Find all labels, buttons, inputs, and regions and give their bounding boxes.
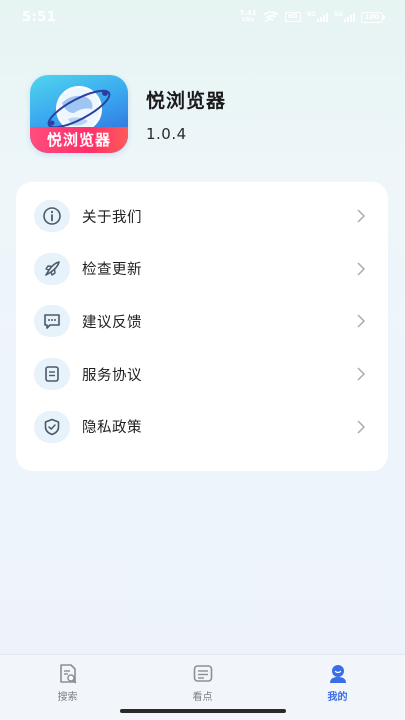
info-icon bbox=[34, 200, 70, 233]
signal-bars-icon bbox=[316, 12, 328, 22]
menu-item-label: 隐私政策 bbox=[82, 420, 142, 437]
status-bar: 5:51 7.41 KB/s HD 5G 5G 100 bbox=[0, 0, 405, 34]
nav-label: 看点 bbox=[192, 692, 213, 703]
status-icons: 7.41 KB/s HD 5G 5G 100 bbox=[239, 10, 385, 24]
menu-item-label: 关于我们 bbox=[82, 209, 142, 226]
menu-item-label: 服务协议 bbox=[82, 367, 142, 384]
document-icon bbox=[34, 358, 70, 391]
wifi-icon bbox=[263, 11, 279, 23]
app-meta: 悦浏览器 1.0.4 bbox=[146, 86, 226, 143]
app-version: 1.0.4 bbox=[146, 124, 187, 143]
signal-1: 5G bbox=[307, 12, 328, 22]
chevron-right-icon bbox=[357, 209, 366, 223]
chevron-right-icon bbox=[357, 314, 366, 329]
shield-icon bbox=[34, 410, 70, 443]
hd-badge: HD bbox=[284, 12, 301, 22]
nav-label: 搜索 bbox=[57, 692, 78, 703]
menu-item-about[interactable]: 关于我们 bbox=[16, 190, 388, 243]
news-icon bbox=[193, 665, 212, 682]
chevron-right-icon bbox=[357, 262, 366, 276]
nav-label: 我的 bbox=[327, 692, 348, 703]
menu-item-label: 建议反馈 bbox=[82, 314, 142, 331]
chevron-right-icon bbox=[357, 367, 366, 381]
signal-2: 5G bbox=[334, 12, 355, 22]
search-doc-icon bbox=[59, 664, 76, 684]
app-header: 悦浏览器 悦浏览器 1.0.4 bbox=[30, 75, 226, 153]
signal-bars-icon-2 bbox=[344, 12, 355, 22]
logo-banner: 悦浏览器 bbox=[30, 127, 128, 153]
gen-label: 5G bbox=[306, 11, 316, 18]
home-indicator[interactable] bbox=[120, 709, 286, 713]
gen2-label: 5G bbox=[333, 11, 343, 18]
nav-tab-profile[interactable]: 我的 bbox=[270, 655, 405, 720]
net-speed-value: 7.41 bbox=[239, 9, 257, 17]
settings-menu: 关于我们 检查更新 建议反馈 服务协议 隐私政策 bbox=[16, 182, 388, 471]
menu-item-feedback[interactable]: 建议反馈 bbox=[16, 295, 388, 348]
status-time: 5:51 bbox=[22, 9, 57, 25]
menu-item-check-update[interactable]: 检查更新 bbox=[16, 243, 388, 296]
battery-level: 100 bbox=[361, 11, 383, 23]
battery-icon: 100 bbox=[361, 11, 385, 23]
net-speed: 7.41 KB/s bbox=[239, 10, 256, 24]
profile-icon bbox=[329, 665, 346, 683]
app-logo: 悦浏览器 bbox=[30, 75, 128, 153]
rocket-icon bbox=[34, 252, 70, 285]
chat-icon bbox=[34, 305, 70, 338]
app-name: 悦浏览器 bbox=[146, 89, 227, 112]
menu-item-service-agreement[interactable]: 服务协议 bbox=[16, 348, 388, 401]
net-speed-unit: KB/s bbox=[241, 17, 255, 23]
chevron-right-icon bbox=[357, 420, 366, 434]
menu-item-label: 检查更新 bbox=[82, 262, 142, 279]
nav-tab-search[interactable]: 搜索 bbox=[0, 655, 135, 720]
menu-item-privacy-policy[interactable]: 隐私政策 bbox=[16, 400, 388, 453]
